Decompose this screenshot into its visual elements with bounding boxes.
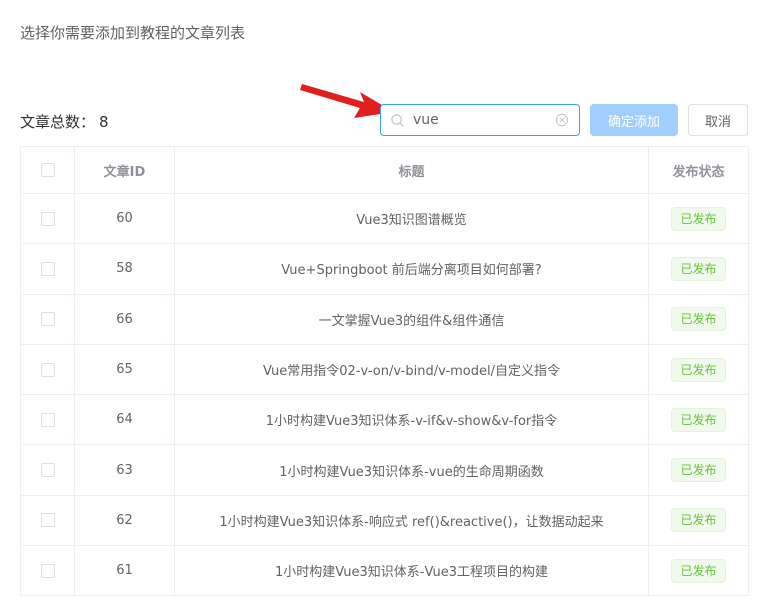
table-row[interactable]: 60 Vue3知识图谱概览 已发布 [20,192,749,245]
cell-title: 1小时构建Vue3知识体系-vue的生命周期函数 [174,444,649,496]
status-badge: 已发布 [671,206,726,231]
table-row[interactable]: 64 1小时构建Vue3知识体系-v-if&v-show&v-for指令 已发布 [20,394,749,446]
table-row[interactable]: 63 1小时构建Vue3知识体系-vue的生命周期函数 已发布 [20,444,749,496]
cell-title: Vue常用指令02-v-on/v-bind/v-model/自定义指令 [174,343,649,396]
article-count-value: 8 [99,113,109,131]
table-row[interactable]: 62 1小时构建Vue3知识体系-响应式 ref()&reactive()，让数… [20,494,749,547]
table-header-row: 文章ID 标题 发布状态 [20,146,749,194]
article-table: 文章ID 标题 发布状态 60 Vue3知识图谱概览 已发布 58 Vue+Sp… [20,146,749,597]
row-checkbox[interactable] [40,362,55,377]
cell-title: 1小时构建Vue3知识体系-v-if&v-show&v-for指令 [174,394,649,446]
row-checkbox[interactable] [40,211,55,226]
header-status: 发布状态 [648,146,749,194]
table-row[interactable]: 58 Vue+Springboot 前后端分离项目如何部署? 已发布 [20,243,749,295]
cell-title: 1小时构建Vue3知识体系-Vue3工程项目的构建 [174,545,649,597]
row-checkbox[interactable] [40,463,55,478]
row-checkbox[interactable] [40,312,55,327]
cell-id: 60 [74,192,175,245]
dialog-title: 选择你需要添加到教程的文章列表 [20,24,246,42]
table-row[interactable]: 65 Vue常用指令02-v-on/v-bind/v-model/自定义指令 已… [20,343,749,396]
clear-icon[interactable] [555,113,569,127]
search-icon [391,114,404,127]
search-input[interactable] [413,109,553,131]
cell-id: 65 [74,343,175,396]
article-count-label: 文章总数： [20,113,96,131]
table-row[interactable]: 66 一文掌握Vue3的组件&组件通信 已发布 [20,293,749,345]
cell-id: 62 [74,494,175,547]
status-badge: 已发布 [671,558,726,583]
confirm-add-button[interactable]: 确定添加 [590,104,678,136]
status-badge: 已发布 [671,508,726,533]
search-box[interactable] [380,104,580,136]
cell-id: 58 [74,243,175,295]
cell-id: 64 [74,394,175,446]
header-id: 文章ID [74,146,175,194]
article-count: 文章总数： 8 [20,111,109,132]
cell-title: 1小时构建Vue3知识体系-响应式 ref()&reactive()，让数据动起… [174,494,649,547]
table-row[interactable]: 61 1小时构建Vue3知识体系-Vue3工程项目的构建 已发布 [20,545,749,597]
cancel-button[interactable]: 取消 [688,104,748,136]
row-checkbox[interactable] [40,513,55,528]
cell-id: 63 [74,444,175,496]
cell-id: 66 [74,293,175,345]
row-checkbox[interactable] [40,261,55,276]
cell-title: Vue+Springboot 前后端分离项目如何部署? [174,243,649,295]
row-checkbox[interactable] [40,563,55,578]
status-badge: 已发布 [671,256,726,281]
row-checkbox[interactable] [40,412,55,427]
header-title: 标题 [174,146,649,194]
select-all-checkbox[interactable] [40,163,55,177]
cell-title: 一文掌握Vue3的组件&组件通信 [174,293,649,345]
status-badge: 已发布 [671,307,726,332]
cell-id: 61 [74,545,175,597]
status-badge: 已发布 [671,458,726,483]
cell-title: Vue3知识图谱概览 [174,192,649,245]
header-select-all [20,146,75,194]
status-badge: 已发布 [671,407,726,432]
status-badge: 已发布 [671,357,726,382]
